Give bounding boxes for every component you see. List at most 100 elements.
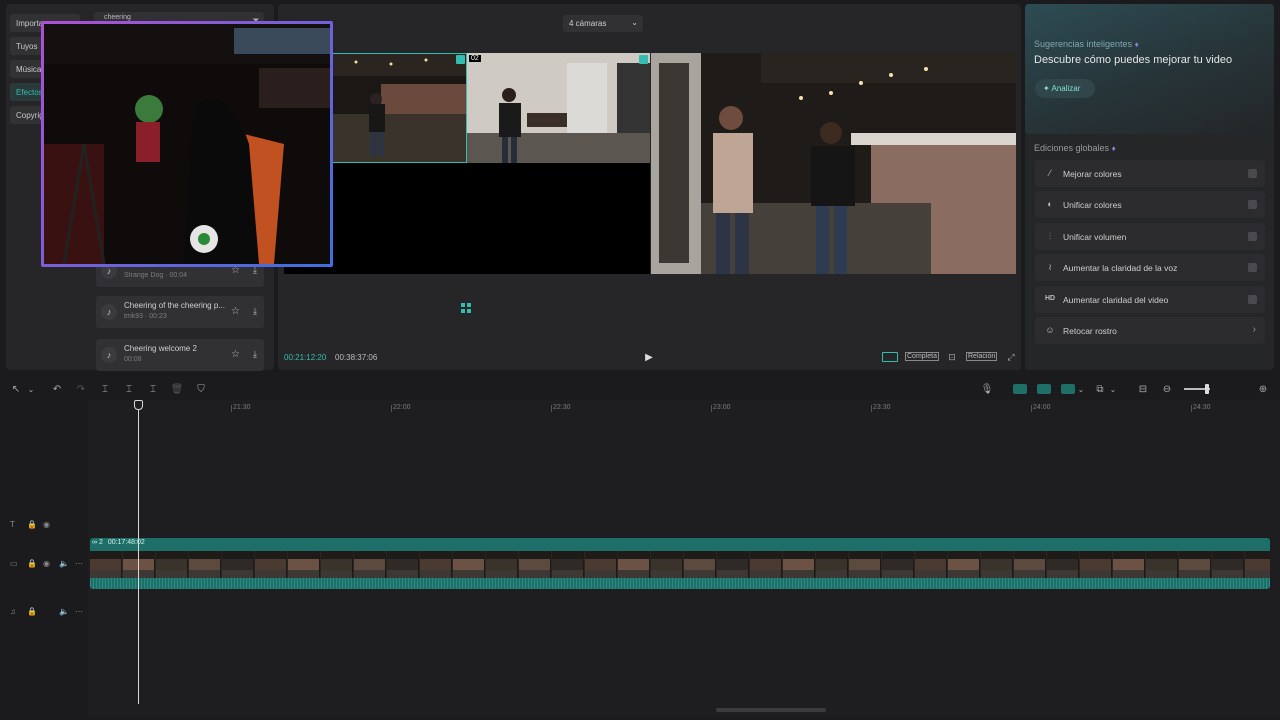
split-icon[interactable]: ⌶ bbox=[99, 383, 111, 395]
chevron-down-icon[interactable]: ⌄ bbox=[1077, 383, 1085, 395]
zoom-in-icon[interactable]: ⊕ bbox=[1257, 383, 1269, 395]
redo-icon[interactable]: ↷ bbox=[75, 383, 87, 395]
timeline-toolbar bbox=[0, 376, 1280, 400]
timeline-scrollbar[interactable] bbox=[716, 708, 826, 712]
chevron-down-icon[interactable]: ⌄ bbox=[26, 383, 36, 395]
microphone-icon[interactable]: 🎙 bbox=[981, 383, 994, 395]
text-track-icon: T bbox=[10, 520, 15, 529]
edit-unify-colors[interactable]: ◐ Unificar colores bbox=[1035, 191, 1265, 218]
toggle-checkbox[interactable] bbox=[1248, 295, 1257, 304]
music-meta: 00:08 bbox=[124, 356, 142, 363]
webcam-overlay[interactable] bbox=[41, 21, 333, 267]
clip-header: ∞ 2 00:17:48:02 bbox=[90, 538, 1270, 550]
select-tool-icon[interactable]: ↖ bbox=[10, 383, 22, 395]
music-title: Cheering welcome 2 bbox=[124, 344, 197, 353]
music-item[interactable]: ♪ Cheering welcome 2 00:08 ☆ ⤓ bbox=[96, 339, 264, 371]
filmstrip-thumbnail bbox=[585, 551, 617, 578]
full-quality-button[interactable]: Completa bbox=[905, 352, 939, 361]
filmstrip-thumbnail bbox=[717, 551, 749, 578]
favorite-star-icon[interactable]: ☆ bbox=[231, 306, 240, 317]
edit-unify-volume[interactable]: ⫶ Unificar volumen bbox=[1035, 223, 1265, 250]
smart-heading: Sugerencias inteligentes ♦ bbox=[1034, 39, 1139, 49]
music-note-icon: ♪ bbox=[101, 304, 117, 320]
download-icon[interactable]: ⤓ bbox=[253, 349, 257, 360]
marker-icon[interactable]: ⛉ bbox=[195, 383, 207, 395]
magic-wand-icon: ⁄ bbox=[1049, 168, 1051, 178]
toggle-checkbox[interactable] bbox=[1248, 169, 1257, 178]
palette-icon: ◐ bbox=[1047, 199, 1053, 209]
music-title: Cheering of the cheering p... bbox=[124, 301, 225, 310]
filmstrip-thumbnail bbox=[1245, 551, 1270, 578]
trim-left-icon[interactable]: ⌶ bbox=[123, 383, 135, 395]
ruler-tick bbox=[551, 405, 552, 412]
edit-retouch-face[interactable]: ☺ Retocar rostro › bbox=[1035, 317, 1265, 344]
download-icon[interactable]: ⤓ bbox=[253, 306, 257, 317]
caption-icon[interactable]: ⊟ bbox=[1137, 383, 1149, 395]
main-preview[interactable] bbox=[651, 53, 1016, 274]
edit-improve-colors[interactable]: ⁄ Mejorar colores bbox=[1035, 160, 1265, 187]
multicam-toggle-icon[interactable] bbox=[460, 302, 472, 314]
camera-select[interactable]: 4 cámaras ⌄ bbox=[563, 15, 643, 32]
sparkle-icon: ♦ bbox=[1134, 40, 1139, 49]
speaker-icon[interactable]: 🔈 bbox=[59, 559, 69, 568]
playhead-handle[interactable] bbox=[134, 400, 143, 410]
fullscreen-icon[interactable]: ⤢ bbox=[1005, 351, 1017, 363]
trim-right-icon[interactable]: ⌶ bbox=[147, 383, 159, 395]
filmstrip-thumbnail bbox=[222, 551, 254, 578]
lock-icon[interactable]: 🔒 bbox=[27, 607, 37, 616]
zoom-out-icon[interactable]: ⊖ bbox=[1161, 383, 1173, 395]
ruler-label: 23:30 bbox=[873, 404, 891, 411]
video-clip[interactable]: ∞ 2 00:17:48:02 bbox=[90, 538, 1270, 589]
global-edits-heading: Ediciones globales ♦ bbox=[1034, 143, 1116, 153]
filmstrip-thumbnail bbox=[255, 551, 287, 578]
lock-icon[interactable]: 🔒 bbox=[27, 559, 37, 568]
edit-label: Mejorar colores bbox=[1063, 169, 1122, 179]
filmstrip-thumbnail bbox=[1212, 551, 1244, 578]
eye-icon[interactable]: ◉ bbox=[43, 520, 50, 529]
camera-2-frame bbox=[467, 53, 650, 163]
clip-name: 2 bbox=[98, 539, 103, 546]
clip-waveform bbox=[90, 578, 1270, 589]
camera-1-view[interactable] bbox=[330, 53, 467, 163]
eye-icon[interactable]: ◉ bbox=[43, 559, 50, 568]
toggle-checkbox[interactable] bbox=[1248, 263, 1257, 272]
multicam-layout-icon[interactable] bbox=[882, 352, 898, 362]
ruler-label: 21:30 bbox=[233, 404, 251, 411]
camera-select-value: 4 cámaras bbox=[569, 19, 607, 28]
lock-icon[interactable]: 🔒 bbox=[27, 520, 37, 529]
filmstrip-thumbnail bbox=[882, 551, 914, 578]
zoom-slider-handle[interactable] bbox=[1205, 384, 1209, 394]
undo-icon[interactable]: ↶ bbox=[51, 383, 63, 395]
more-icon[interactable]: ⋯ bbox=[75, 607, 83, 616]
filmstrip-thumbnail bbox=[783, 551, 815, 578]
toggle-checkbox[interactable] bbox=[1248, 232, 1257, 241]
preview-axis-icon[interactable]: ⧉ bbox=[1094, 383, 1106, 395]
edit-voice-clarity[interactable]: ≀ Aumentar la claridad de la voz bbox=[1035, 254, 1265, 281]
ruler-tick bbox=[871, 405, 872, 412]
screenshot-icon[interactable]: ⊡ bbox=[946, 351, 958, 363]
speaker-icon[interactable]: 🔈 bbox=[59, 607, 69, 616]
filmstrip-thumbnail bbox=[354, 551, 386, 578]
global-edits-heading-text: Ediciones globales bbox=[1034, 143, 1110, 153]
filmstrip-thumbnail bbox=[288, 551, 320, 578]
search-value: cheering bbox=[104, 14, 131, 21]
tab-label: Efectos bbox=[16, 87, 43, 97]
camera-2-view[interactable]: 02 bbox=[467, 53, 650, 163]
ratio-button[interactable]: Relación bbox=[966, 352, 998, 361]
filmstrip-thumbnail bbox=[816, 551, 848, 578]
filmstrip-thumbnail bbox=[1146, 551, 1178, 578]
play-icon[interactable]: ▶ bbox=[643, 351, 655, 363]
edit-video-clarity[interactable]: HD Aumentar claridad del video bbox=[1035, 286, 1265, 313]
chevron-down-icon[interactable]: ⌄ bbox=[1109, 383, 1117, 395]
filmstrip-thumbnail bbox=[519, 551, 551, 578]
music-item[interactable]: ♪ Cheering of the cheering p... tmk93 · … bbox=[96, 296, 264, 328]
delete-icon[interactable]: 🗑 bbox=[171, 383, 184, 395]
snap-icon[interactable] bbox=[1061, 384, 1075, 394]
favorite-star-icon[interactable]: ☆ bbox=[231, 349, 240, 360]
analyze-button[interactable]: ✦ Analizar bbox=[1035, 79, 1095, 98]
more-icon[interactable]: ⋯ bbox=[75, 559, 83, 568]
playhead-line[interactable] bbox=[138, 402, 139, 704]
link-icon[interactable] bbox=[1013, 384, 1027, 394]
magnet-icon[interactable] bbox=[1037, 384, 1051, 394]
toggle-checkbox[interactable] bbox=[1248, 200, 1257, 209]
